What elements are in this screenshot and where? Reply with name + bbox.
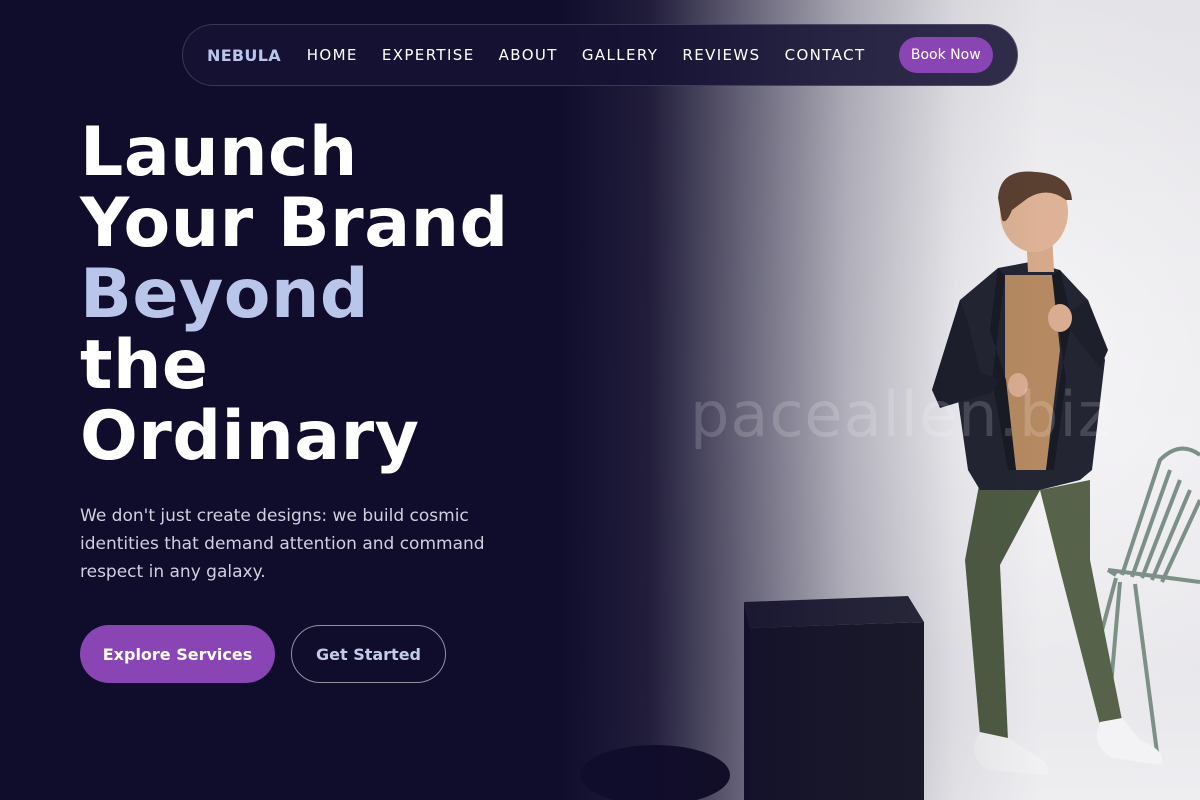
top-navbar: NEBULA HOME EXPERTISE ABOUT GALLERY REVI…	[182, 24, 1018, 86]
headline-highlight: Beyond	[80, 255, 370, 334]
nav-link-home[interactable]: HOME	[307, 46, 358, 64]
book-now-button[interactable]: Book Now	[898, 37, 993, 73]
nav-link-about[interactable]: ABOUT	[499, 46, 558, 64]
headline-line: Your Brand	[80, 184, 509, 263]
headline-line: Launch	[80, 113, 358, 192]
get-started-button[interactable]: Get Started	[291, 625, 446, 683]
watermark-text: paceallen.biz	[690, 378, 1112, 451]
explore-services-button[interactable]: Explore Services	[80, 625, 275, 683]
nav-link-reviews[interactable]: REVIEWS	[682, 46, 760, 64]
headline-line: the	[80, 326, 209, 405]
nav-links: HOME EXPERTISE ABOUT GALLERY REVIEWS CON…	[307, 46, 890, 64]
nav-link-expertise[interactable]: EXPERTISE	[382, 46, 475, 64]
nav-link-gallery[interactable]: GALLERY	[582, 46, 659, 64]
nav-link-contact[interactable]: CONTACT	[785, 46, 866, 64]
hero-headline: Launch Your Brand Beyond the Ordinary	[80, 117, 509, 472]
brand-logo[interactable]: NEBULA	[207, 46, 307, 65]
hero-subtitle: We don't just create designs: we build c…	[80, 506, 485, 582]
headline-line: Ordinary	[80, 397, 420, 476]
